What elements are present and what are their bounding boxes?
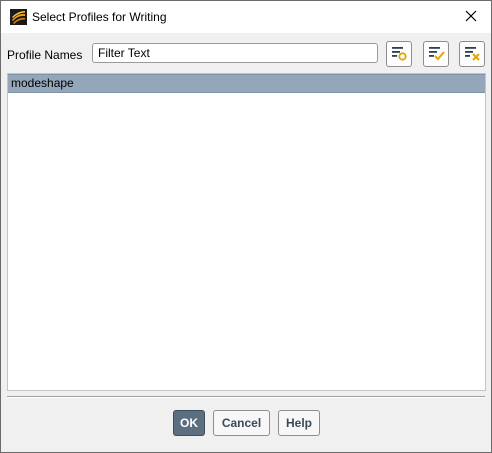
filter-options-button[interactable]: [386, 41, 412, 67]
close-icon: [465, 10, 477, 25]
profile-names-label: Profile Names: [7, 48, 83, 62]
select-all-icon: [427, 44, 445, 65]
filter-row: Profile Names: [1, 38, 491, 72]
profiles-list[interactable]: modeshape: [7, 73, 486, 391]
select-all-button[interactable]: [423, 41, 449, 67]
app-logo-icon: [10, 9, 27, 25]
list-item[interactable]: modeshape: [8, 74, 485, 93]
close-button[interactable]: [451, 1, 491, 33]
cancel-button[interactable]: Cancel: [213, 410, 270, 436]
filter-options-icon: [390, 44, 408, 65]
deselect-all-icon: [463, 44, 481, 65]
window-title: Select Profiles for Writing: [32, 10, 167, 24]
help-button[interactable]: Help: [278, 410, 320, 436]
footer-divider: [7, 396, 485, 398]
deselect-all-button[interactable]: [459, 41, 485, 67]
title-bar: Select Profiles for Writing: [1, 1, 491, 33]
ok-button[interactable]: OK: [173, 410, 205, 436]
filter-text-input[interactable]: [92, 43, 378, 63]
dialog-window: Select Profiles for Writing Profile Name…: [0, 0, 492, 453]
